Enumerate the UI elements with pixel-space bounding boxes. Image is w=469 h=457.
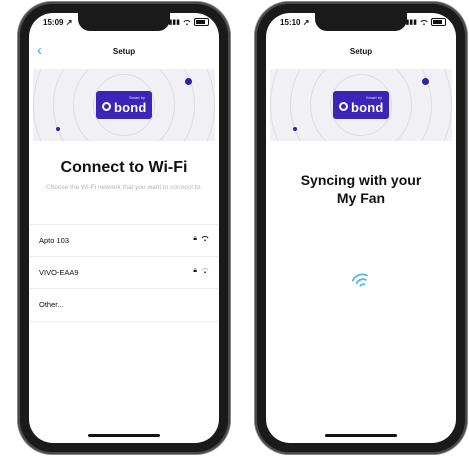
notch: [315, 13, 407, 31]
network-row-other[interactable]: Other...: [29, 288, 219, 322]
phone-left: 15:09 ↗ ▮▮▮ ‹ Setup Smart by bond Connec…: [18, 2, 230, 454]
nav-title: Setup: [112, 47, 136, 56]
bond-logo: Smart by bond: [333, 91, 389, 119]
signal-icon: ▮▮▮: [405, 19, 417, 26]
home-indicator[interactable]: [325, 434, 397, 437]
wifi-status-icon: [420, 19, 428, 25]
lock-icon: 🔒︎: [193, 267, 197, 274]
decor-dot: [56, 127, 60, 131]
home-indicator[interactable]: [88, 434, 160, 437]
wifi-status-icon: [183, 19, 191, 25]
status-icons: ▮▮▮: [168, 18, 209, 26]
wifi-icon: [201, 236, 209, 242]
decor-dot: [293, 127, 297, 131]
battery-icon: [194, 18, 209, 26]
status-icons: ▮▮▮: [405, 18, 446, 26]
phone-right: 15:10 ↗ ▮▮▮ Setup Smart by bond Syncing …: [255, 2, 467, 454]
left-screen: 15:09 ↗ ▮▮▮ ‹ Setup Smart by bond Connec…: [29, 13, 219, 443]
lock-icon: 🔒︎: [193, 235, 197, 242]
page-title: Connect to Wi-Fi: [60, 159, 188, 176]
decor-dot: [185, 78, 192, 85]
wifi-icon: [201, 268, 209, 274]
network-row-apto-103[interactable]: Apto 103 🔒︎: [29, 224, 219, 257]
decor-dot: [422, 78, 429, 85]
status-time: 15:10 ↗: [280, 18, 310, 27]
bond-logo: Smart by bond: [96, 91, 152, 119]
brand-banner: Smart by bond: [33, 69, 215, 141]
signal-icon: ▮▮▮: [168, 19, 180, 26]
network-row-vivo-eaa9[interactable]: VIVO-EAA9 🔒︎: [29, 256, 219, 289]
battery-icon: [431, 18, 446, 26]
network-name: Other...: [39, 300, 64, 309]
sync-heading-line1: Syncing with your: [300, 172, 422, 188]
wifi-syncing-icon: [351, 273, 368, 287]
brand-banner: Smart by bond: [270, 69, 452, 141]
nav-title: Setup: [349, 47, 373, 56]
status-time: 15:09 ↗: [43, 18, 73, 27]
page-subtitle: Choose the Wi-Fi network that you want t…: [45, 184, 203, 191]
network-name: Apto 103: [39, 236, 70, 245]
right-screen: 15:10 ↗ ▮▮▮ Setup Smart by bond Syncing …: [266, 13, 456, 443]
network-name: VIVO-EAA9: [39, 268, 79, 277]
sync-heading-line2: My Fan: [336, 190, 386, 206]
notch: [78, 13, 170, 31]
